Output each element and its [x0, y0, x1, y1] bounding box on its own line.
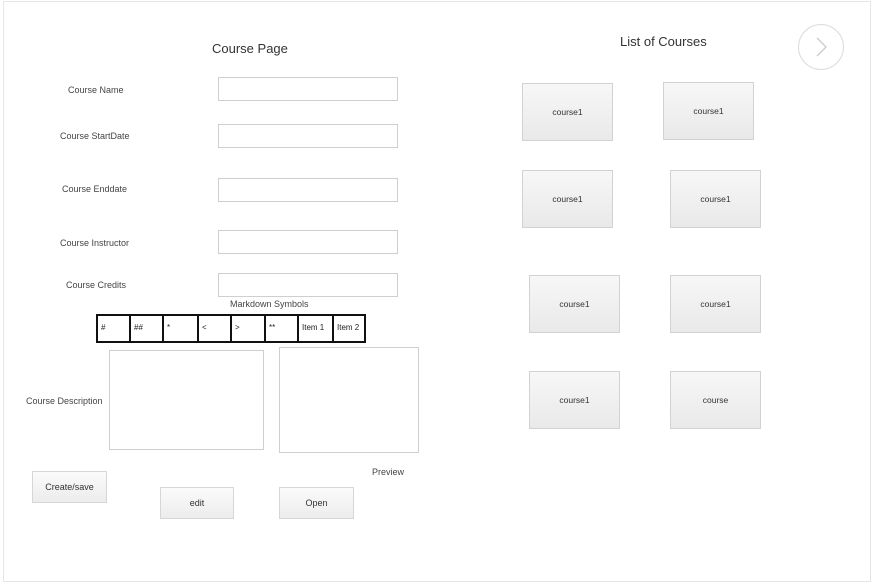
markdown-toolbar: # ## * < > ** Item 1 Item 2 — [96, 314, 366, 343]
course-description-label: Course Description — [26, 396, 103, 406]
course-page-title: Course Page — [212, 41, 288, 56]
next-page-button[interactable] — [798, 24, 844, 70]
preview-pane — [279, 347, 419, 453]
markdown-symbol-button[interactable]: < — [197, 314, 232, 343]
course-instructor-label: Course Instructor — [60, 238, 130, 248]
course-card[interactable]: course1 — [670, 170, 761, 228]
markdown-symbol-button[interactable]: # — [96, 314, 131, 343]
course-card[interactable]: course1 — [522, 83, 613, 141]
course-instructor-input[interactable] — [218, 230, 398, 254]
course-enddate-input[interactable] — [218, 178, 398, 202]
course-card[interactable]: course1 — [670, 275, 761, 333]
course-enddate-label: Course Enddate — [62, 184, 128, 194]
course-description-textarea[interactable] — [109, 350, 264, 450]
course-startdate-label: Course StartDate — [60, 131, 130, 141]
markdown-symbol-button[interactable]: ** — [264, 314, 299, 343]
course-card[interactable]: course1 — [529, 371, 620, 429]
markdown-symbol-button[interactable]: * — [162, 314, 199, 343]
course-card[interactable]: course — [670, 371, 761, 429]
course-credits-label: Course Credits — [66, 280, 127, 290]
markdown-symbol-button[interactable]: ## — [129, 314, 164, 343]
preview-label: Preview — [372, 467, 405, 477]
course-name-input[interactable] — [218, 77, 398, 101]
course-card[interactable]: course1 — [529, 275, 620, 333]
open-button[interactable]: Open — [279, 487, 354, 519]
course-card[interactable]: course1 — [663, 82, 754, 140]
course-name-label: Course Name — [68, 85, 124, 95]
course-startdate-input[interactable] — [218, 124, 398, 148]
course-list-title: List of Courses — [620, 34, 707, 49]
markdown-symbol-button[interactable]: > — [230, 314, 266, 343]
markdown-symbol-button[interactable]: Item 1 — [297, 314, 334, 343]
edit-button[interactable]: edit — [160, 487, 234, 519]
markdown-symbol-button[interactable]: Item 2 — [332, 314, 366, 343]
course-card[interactable]: course1 — [522, 170, 613, 228]
create-save-button[interactable]: Create/save — [32, 471, 107, 503]
markdown-symbols-title: Markdown Symbols — [230, 299, 309, 309]
chevron-right-icon — [816, 37, 828, 57]
course-credits-input[interactable] — [218, 273, 398, 297]
